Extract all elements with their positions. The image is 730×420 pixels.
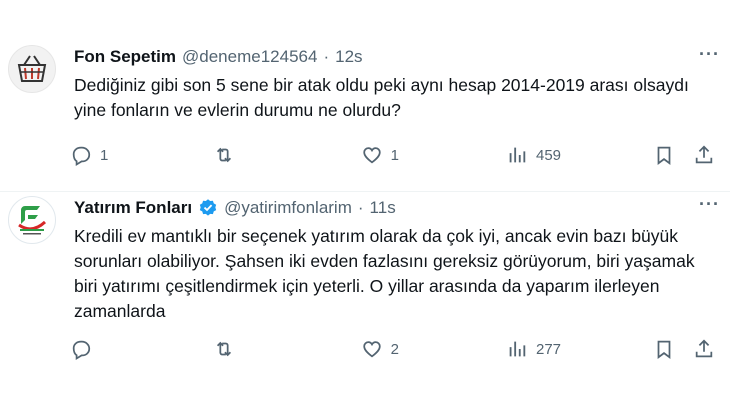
author-handle[interactable]: @yatirimfonlarim — [224, 198, 352, 218]
reply-button[interactable] — [70, 338, 213, 360]
views-button[interactable]: 459 — [506, 144, 653, 166]
retweet-button[interactable] — [213, 338, 360, 360]
yatirim-fonlari-logo-icon — [18, 206, 47, 235]
heart-icon — [362, 147, 381, 164]
separator-dot: · — [357, 198, 364, 217]
tweet[interactable]: Fon Sepetim @deneme124564 · 12s ··· Dedi… — [0, 0, 730, 192]
retweet-icon — [217, 147, 232, 163]
share-icon — [695, 145, 712, 164]
verified-badge-icon — [198, 198, 218, 218]
like-button[interactable]: 1 — [361, 144, 506, 166]
tweet-text: Kredili ev mantıklı bir seçenek yatırım … — [74, 226, 695, 321]
views-chart-icon — [509, 147, 526, 163]
shopping-basket-icon — [17, 55, 47, 82]
reply-count: 1 — [100, 146, 109, 164]
more-options-button[interactable]: ··· — [699, 194, 720, 215]
like-button[interactable]: 2 — [361, 338, 506, 360]
retweet-icon — [217, 341, 232, 357]
share-button[interactable] — [693, 338, 722, 360]
like-count: 1 — [390, 146, 399, 164]
share-icon — [695, 339, 712, 358]
tweet-actions: 1 1 459 — [70, 144, 722, 166]
share-button[interactable] — [693, 144, 722, 166]
avatar[interactable] — [8, 196, 56, 244]
author-name[interactable]: Fon Sepetim — [74, 47, 176, 67]
view-count: 277 — [535, 340, 562, 358]
tweet-header: Fon Sepetim @deneme124564 · 12s — [74, 0, 710, 67]
tweet-text: Dediğiniz gibi son 5 sene bir atak oldu … — [74, 75, 689, 120]
bookmark-button[interactable] — [653, 338, 692, 360]
like-count: 2 — [390, 340, 399, 358]
author-name[interactable]: Yatırım Fonları — [74, 198, 192, 218]
bookmark-icon — [657, 146, 671, 165]
views-chart-icon — [509, 341, 526, 357]
timestamp[interactable]: 12s — [335, 47, 362, 67]
tweet-header: Yatırım Fonları @yatirimfonlarim · 11s — [74, 192, 710, 218]
bookmark-icon — [657, 340, 671, 359]
author-handle[interactable]: @deneme124564 — [182, 47, 317, 67]
tweet-actions: 2 277 — [70, 338, 722, 360]
reply-button[interactable]: 1 — [70, 144, 213, 166]
separator-dot: · — [323, 47, 330, 66]
reply-icon — [72, 146, 91, 166]
heart-icon — [362, 341, 381, 358]
bookmark-button[interactable] — [653, 144, 692, 166]
views-button[interactable]: 277 — [506, 338, 653, 360]
reply-icon — [72, 340, 91, 360]
tweet[interactable]: Yatırım Fonları @yatirimfonlarim · 11s ·… — [0, 192, 730, 420]
retweet-button[interactable] — [213, 144, 360, 166]
more-options-button[interactable]: ··· — [699, 44, 720, 65]
view-count: 459 — [535, 146, 562, 164]
avatar[interactable] — [8, 45, 56, 93]
timestamp[interactable]: 11s — [370, 198, 396, 218]
